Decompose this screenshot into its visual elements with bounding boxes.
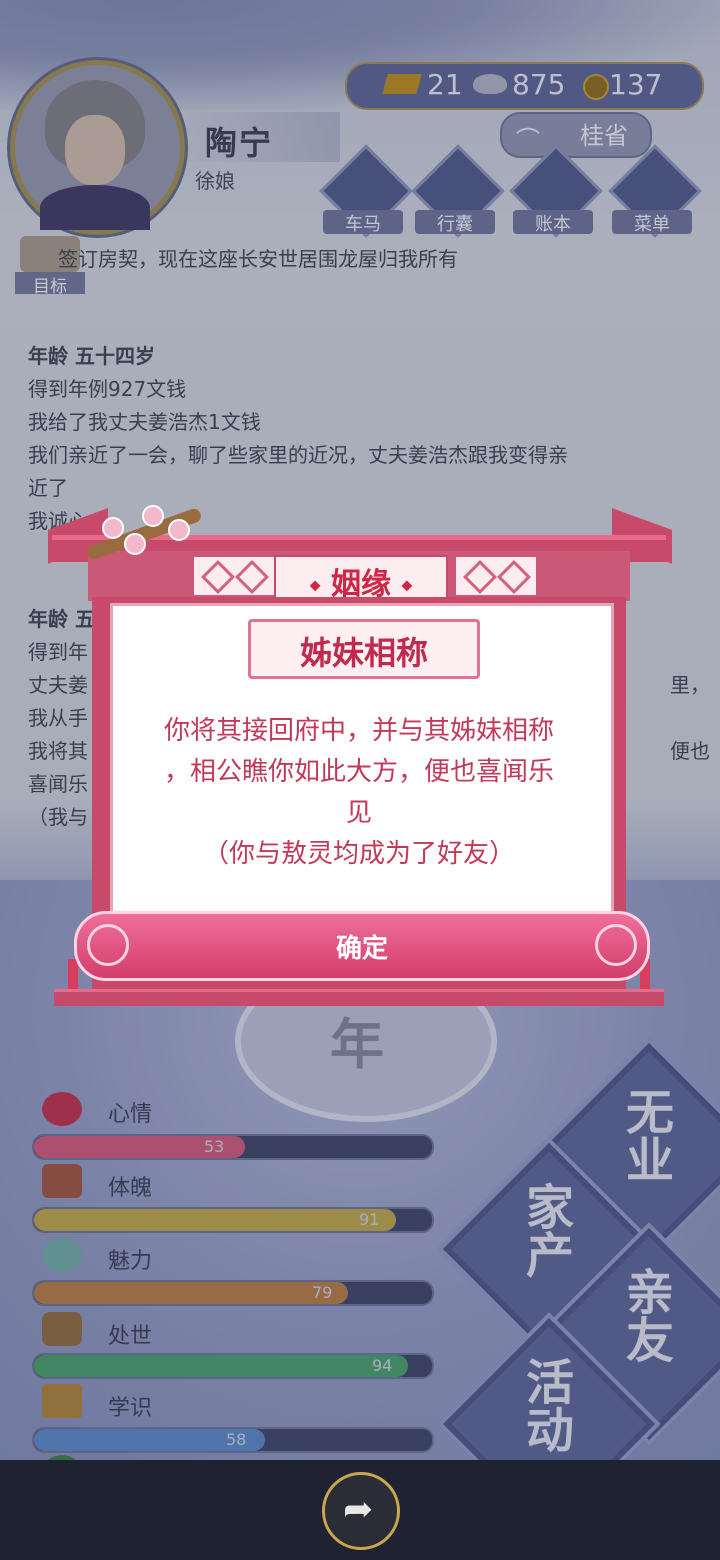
title-plaque: ◆ 姻缘 ◆	[274, 555, 448, 602]
dialog-body-line: （你与敖灵均成为了好友）	[202, 839, 515, 869]
blossom-flower	[124, 533, 146, 555]
dialog-body: 你将其接回府中，并与其姊妹相称 ，相公瞧你如此大方，便也喜闻乐 见 （你与敖灵均…	[127, 711, 591, 875]
blossom-flower	[142, 505, 164, 527]
lattice-decoration-right	[456, 557, 536, 595]
marriage-dialog: ◆ 姻缘 ◆ 姊妹相称 你将其接回府中，并与其姊妹相称 ，相公瞧你如此大方，便也…	[48, 505, 672, 1006]
dialog-body-line: 见	[345, 798, 372, 828]
dialog-body-line: ，相公瞧你如此大方，便也喜闻乐	[163, 757, 554, 787]
title-ornament-left: ◆	[309, 577, 321, 594]
share-icon: ➦	[343, 1489, 374, 1530]
dialog-subtitle: 姊妹相称	[299, 634, 428, 672]
title-ornament-right: ◆	[401, 577, 413, 594]
plum-blossom-decoration	[72, 497, 212, 567]
share-button[interactable]: ➦	[322, 1472, 400, 1550]
confirm-label[interactable]: 确定	[77, 928, 647, 965]
dialog-base	[54, 989, 664, 1006]
dialog-body-line: 你将其接回府中，并与其姊妹相称	[163, 716, 554, 746]
confirm-button[interactable]: 确定	[74, 911, 650, 981]
blossom-flower	[168, 519, 190, 541]
blossom-flower	[102, 517, 124, 539]
subtitle-plaque: 姊妹相称	[248, 619, 480, 679]
